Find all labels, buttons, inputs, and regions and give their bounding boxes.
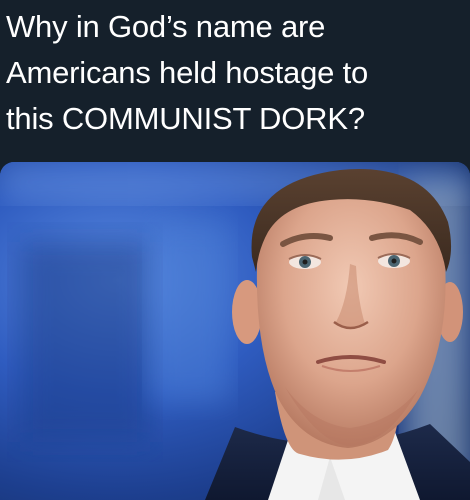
portrait-photo	[0, 162, 470, 500]
tweet-text: Why in God’s name are Americans held hos…	[6, 4, 464, 142]
tweet-text-line: Americans held hostage to	[6, 55, 369, 90]
tweet-text-line: Why in God’s name are	[6, 9, 326, 44]
tweet-media-photo[interactable]	[0, 162, 470, 500]
tweet-text-line: this COMMUNIST DORK?	[6, 101, 365, 136]
tweet-post: Why in God’s name are Americans held hos…	[0, 0, 470, 500]
